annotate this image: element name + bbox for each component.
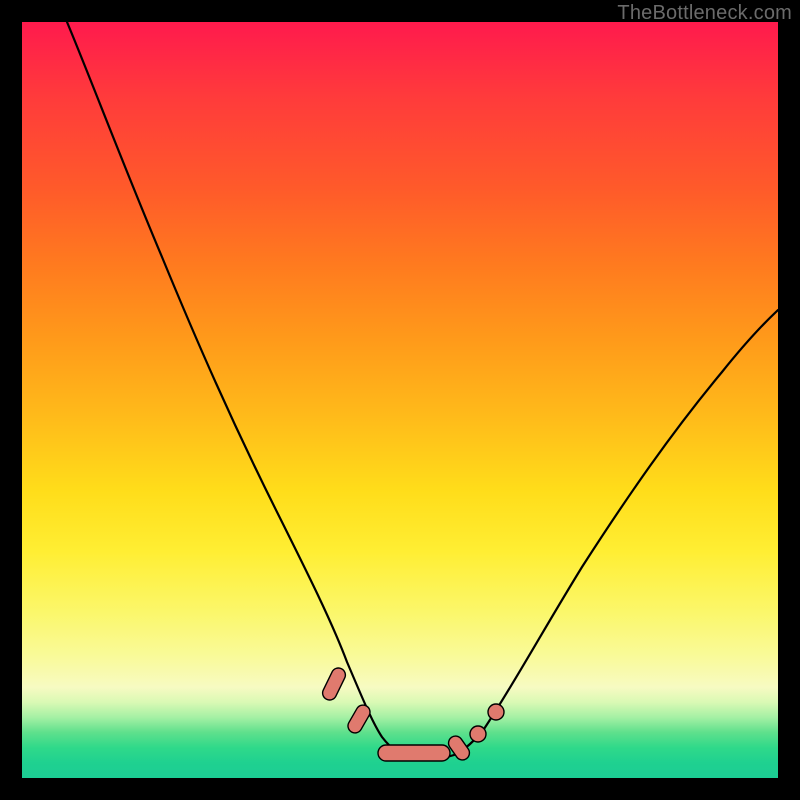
marker-dot xyxy=(470,726,486,742)
marker-dot xyxy=(488,704,504,720)
watermark-text: TheBottleneck.com xyxy=(617,2,792,25)
marker-dot xyxy=(345,703,372,736)
chart-stage: TheBottleneck.com xyxy=(0,0,800,800)
marker-bar-bottom xyxy=(378,745,450,761)
curve-overlay xyxy=(22,22,778,778)
marker-dot xyxy=(446,733,472,762)
bottleneck-curve-line xyxy=(67,22,778,759)
marker-dot xyxy=(320,666,347,703)
plot-area xyxy=(22,22,778,778)
optimal-range-markers xyxy=(320,666,504,763)
